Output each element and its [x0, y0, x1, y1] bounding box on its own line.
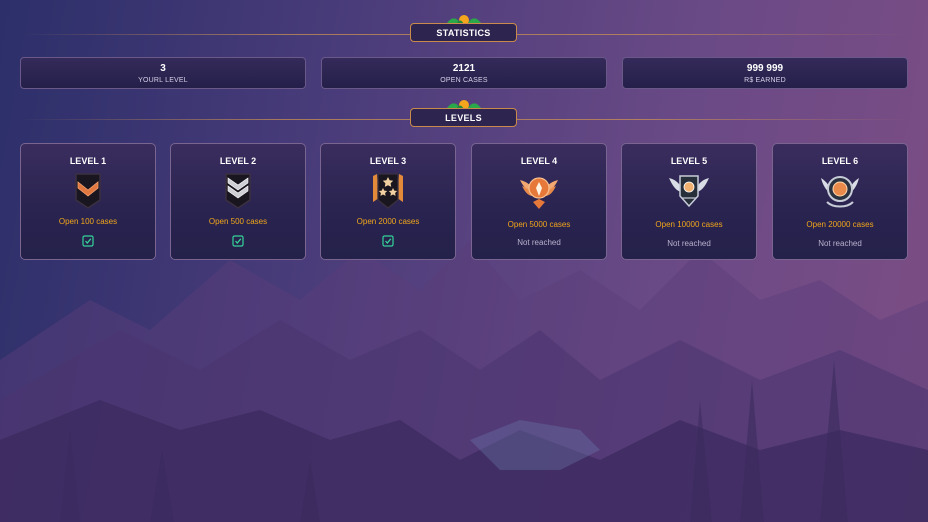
level-requirement: Open 10000 cases [655, 220, 723, 229]
statistics-title: STATISTICS [410, 23, 517, 42]
level-title: LEVEL 4 [520, 156, 558, 166]
statistics-header: STATISTICS [0, 15, 928, 47]
chevron-double-icon [225, 173, 251, 209]
check-icon [232, 235, 244, 247]
level-card-5[interactable]: LEVEL 5 Open 10000 cases Not reached [621, 143, 757, 260]
winged-emblem-icon [520, 177, 558, 209]
level-card-2[interactable]: LEVEL 2 Open 500 cases [170, 143, 306, 260]
stat-open-cases: 2121 OPEN CASES [321, 57, 607, 89]
levels-title: LEVELS [410, 108, 517, 127]
level-title: LEVEL 2 [219, 156, 257, 166]
stat-value: 3 [160, 63, 166, 74]
levels-header: LEVELS [0, 100, 928, 132]
check-icon [382, 235, 394, 247]
level-requirement: Open 100 cases [58, 217, 118, 226]
level-requirement: Open 5000 cases [507, 220, 571, 229]
stat-earned: 999 999 R$ EARNED [622, 57, 908, 89]
level-card-4[interactable]: LEVEL 4 Open 5000 cases Not reached [471, 143, 607, 260]
level-status: Not reached [818, 239, 862, 248]
chevron-single-icon [75, 173, 101, 209]
stat-value: 999 999 [746, 63, 784, 74]
level-card-1[interactable]: LEVEL 1 Open 100 cases [20, 143, 156, 260]
stat-label: YOURL LEVEL [138, 77, 188, 84]
level-title: LEVEL 3 [369, 156, 407, 166]
stat-label: R$ EARNED [744, 77, 786, 84]
three-star-shield-icon [373, 173, 403, 209]
level-status: Not reached [667, 239, 711, 248]
stat-your-level: 3 YOURL LEVEL [20, 57, 306, 89]
silver-winged-shield-icon [669, 175, 709, 208]
stat-value: 2121 [452, 63, 476, 74]
check-icon [82, 235, 94, 247]
level-card-6[interactable]: LEVEL 6 Open 20000 cases Not reached [772, 143, 908, 260]
level-requirement: Open 500 cases [208, 217, 268, 226]
level-status: Not reached [517, 238, 561, 247]
silver-wreath-emblem-icon [821, 176, 859, 208]
level-requirement: Open 2000 cases [356, 217, 420, 226]
stat-label: OPEN CASES [440, 77, 488, 84]
level-card-3[interactable]: LEVEL 3 Open 2000 cases [320, 143, 456, 260]
level-requirement: Open 20000 cases [806, 220, 874, 229]
level-title: LEVEL 5 [670, 156, 708, 166]
level-title: LEVEL 6 [821, 156, 859, 166]
level-title: LEVEL 1 [69, 156, 107, 166]
